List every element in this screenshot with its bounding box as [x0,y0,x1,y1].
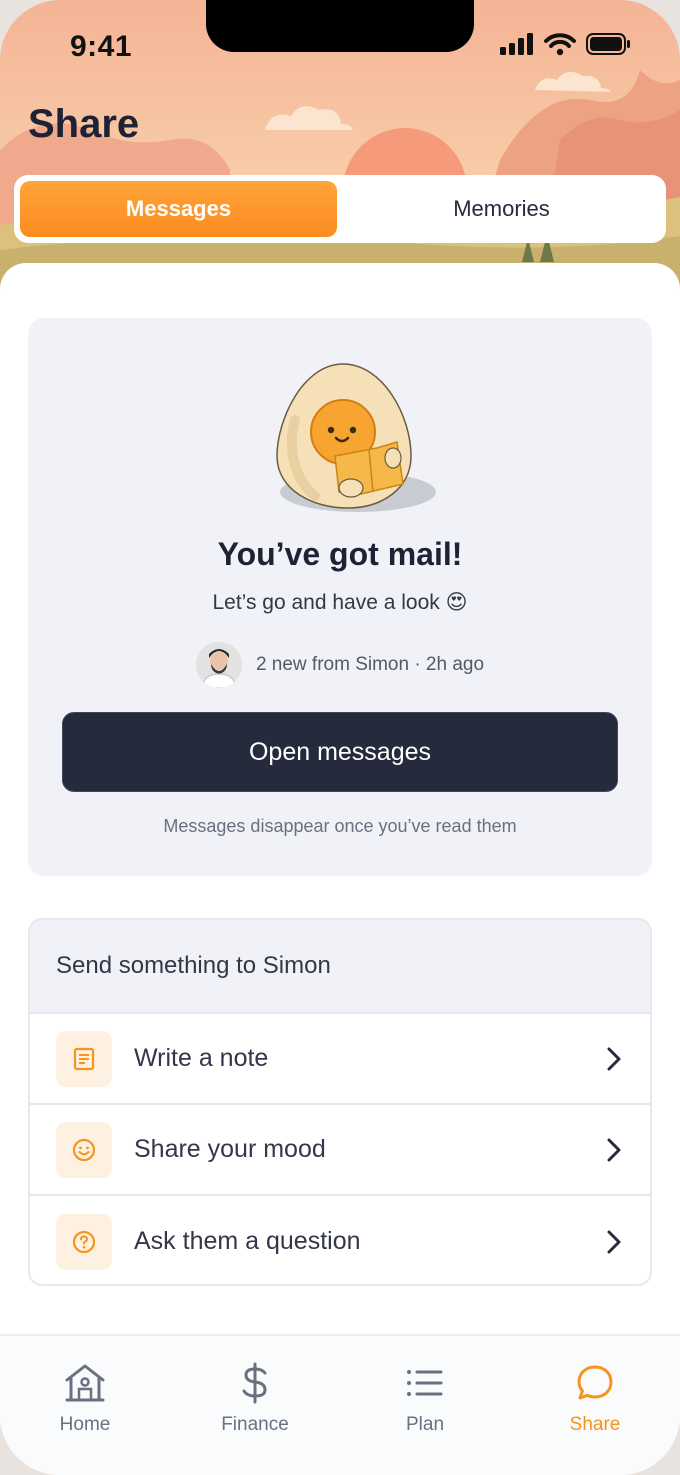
nav-home[interactable]: Home [0,1336,170,1475]
smiley-icon [56,1121,112,1178]
ask-question-label: Ask them a question [134,1227,361,1255]
write-note-row[interactable]: Write a note [30,1014,650,1105]
phone-screen: 9:41 Share Messages Memories You’ve got … [0,0,680,1475]
nav-share[interactable]: Share [510,1336,680,1475]
nav-home-label: Home [59,1414,111,1435]
sender-info-text: 2 new from Simon · 2h ago [255,654,485,675]
question-icon [56,1213,112,1270]
chevron-right-icon [607,1230,621,1253]
segmented-tabs: Messages Memories [14,175,666,243]
home-icon [65,1364,105,1402]
status-time: 9:41 [70,30,133,63]
bottom-tab-bar: Home Finance Plan Share [0,1334,680,1475]
list-icon [407,1370,443,1396]
send-card-heading: Send something to Simon [30,920,650,1014]
note-icon [56,1030,112,1087]
share-mood-label: Share your mood [134,1135,326,1163]
open-messages-button[interactable]: Open messages [62,712,618,792]
dollar-icon [242,1362,267,1404]
tab-messages[interactable]: Messages [20,181,337,237]
sender-info-row: 2 new from Simon · 2h ago [28,642,652,688]
avatar [195,642,242,688]
send-card: Send something to Simon Write a note Sha… [28,918,652,1286]
chevron-right-icon [607,1138,621,1161]
tab-memories[interactable]: Memories [343,181,660,237]
battery-icon [586,33,630,55]
status-icons [500,32,632,56]
egg-mascot-illustration [273,360,443,525]
nav-finance[interactable]: Finance [170,1336,340,1475]
write-note-label: Write a note [134,1044,269,1072]
chat-bubble-icon [577,1365,613,1400]
nav-finance-label: Finance [221,1414,289,1435]
mail-heading: You’ve got mail! [217,536,463,572]
page-title: Share [28,102,140,146]
nav-plan[interactable]: Plan [340,1336,510,1475]
chevron-right-icon [607,1047,621,1070]
mail-card: You’ve got mail! Let’s go and have a loo… [28,318,652,876]
mail-subtitle: Let’s go and have a look 😍 [212,591,468,614]
ask-question-row[interactable]: Ask them a question [30,1196,650,1284]
share-mood-row[interactable]: Share your mood [30,1105,650,1196]
nav-share-label: Share [569,1414,621,1435]
camera-notch [206,0,474,52]
wifi-icon [544,33,576,56]
signal-icon [500,33,533,55]
nav-plan-label: Plan [405,1414,445,1435]
disappear-note: Messages disappear once you’ve read them [163,816,517,836]
